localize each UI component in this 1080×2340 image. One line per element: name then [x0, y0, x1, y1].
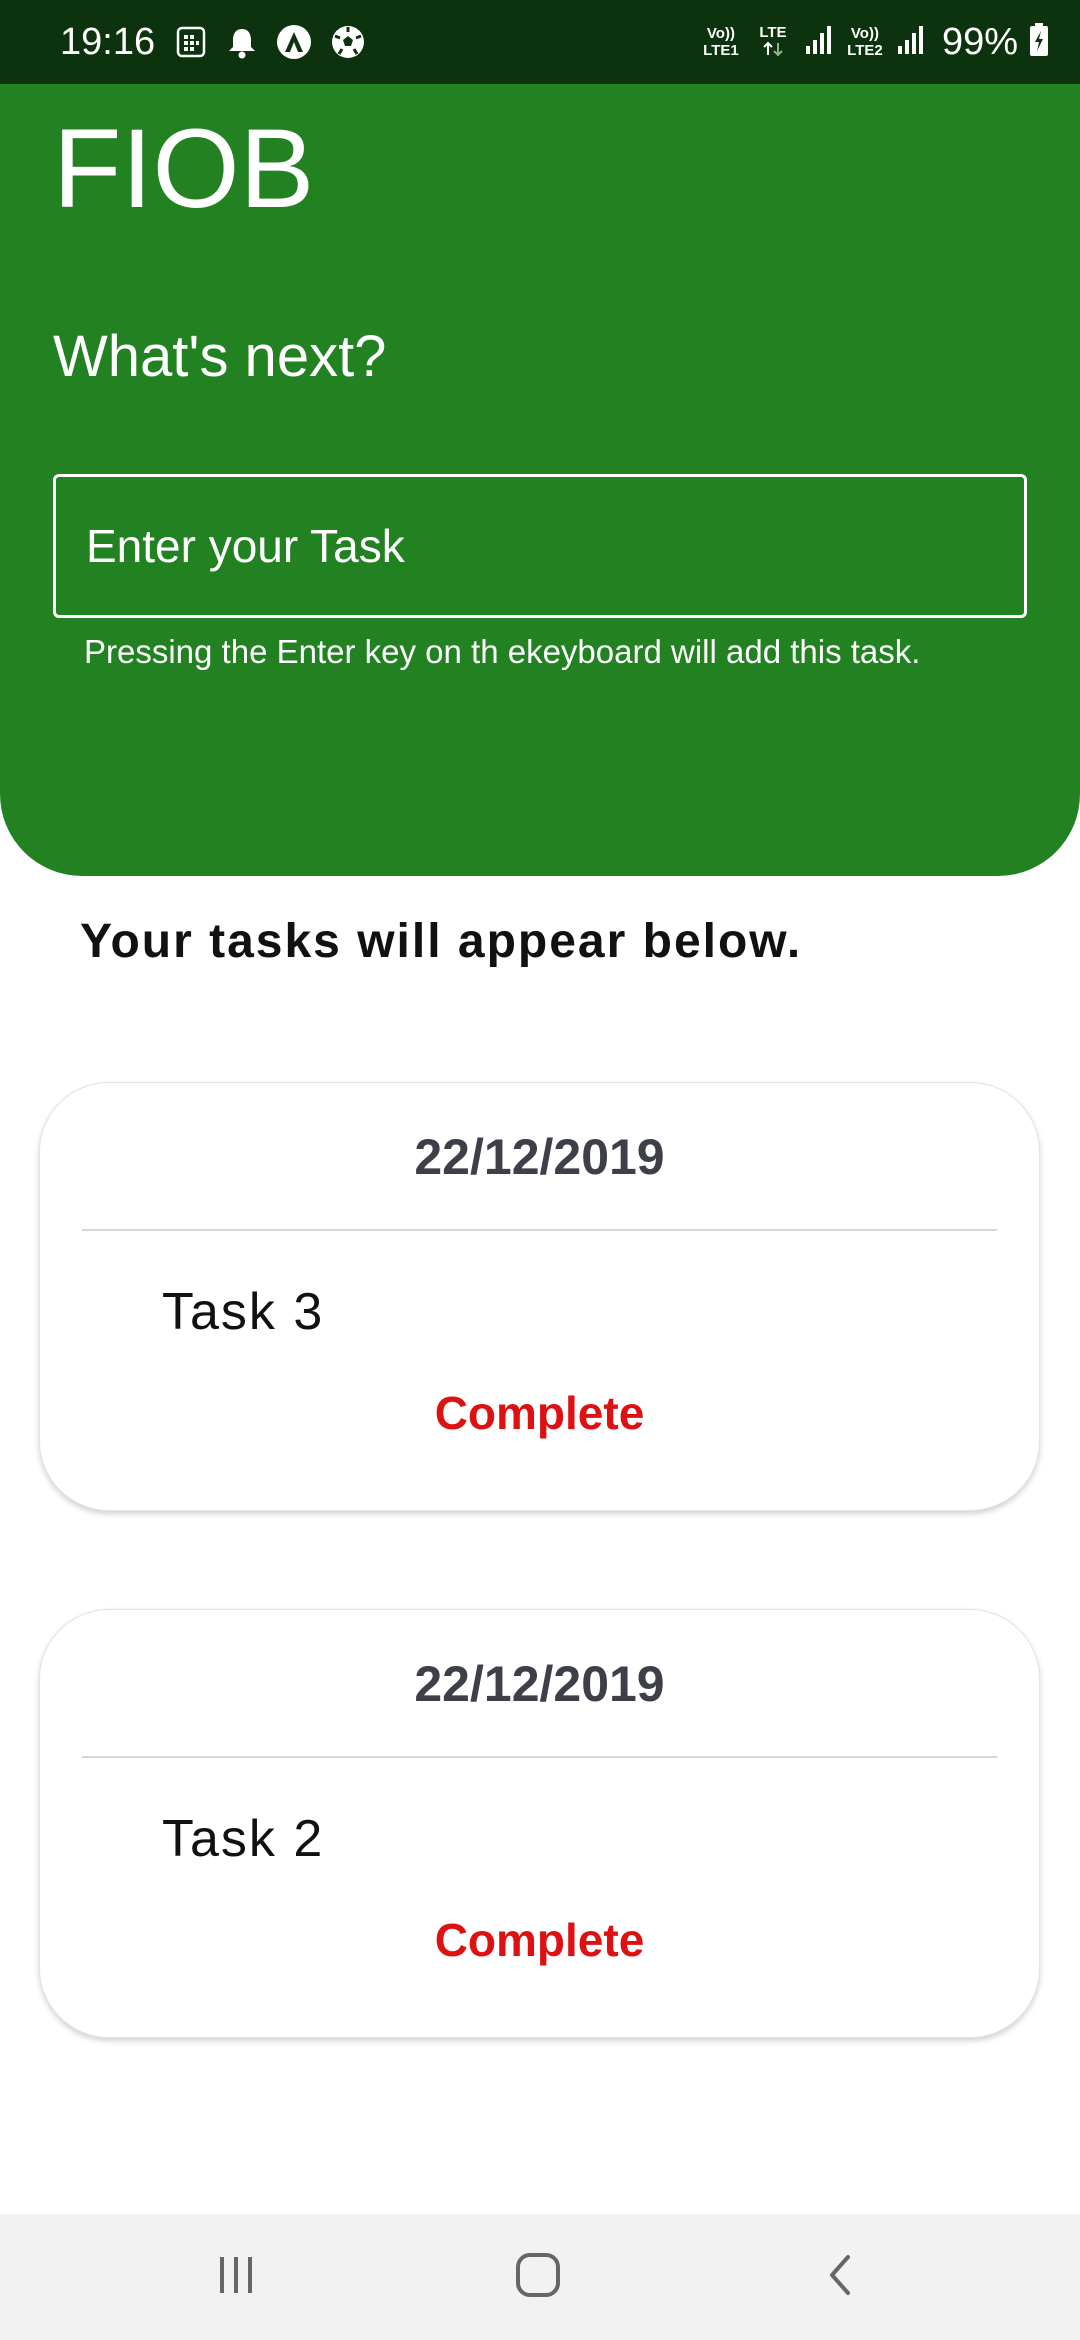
battery-percent: 99%: [941, 21, 1018, 63]
task-card: 22/12/2019 Task 3 Complete: [39, 1082, 1040, 1511]
complete-button[interactable]: Complete: [40, 1910, 1039, 1970]
data-activity-label: LTE: [752, 24, 794, 61]
header: FIOB What's next? Pressing the Enter key…: [0, 84, 1080, 876]
tasks-heading: Your tasks will appear below.: [80, 915, 803, 968]
recent-apps-icon: [214, 2253, 258, 2302]
home-button[interactable]: [478, 2234, 598, 2320]
recent-apps-button[interactable]: [176, 2234, 296, 2320]
screen: 19:16 Vo)) LTE1 LTE Vo)) LTE2 99% FIOB W…: [0, 0, 1080, 2340]
sim1-lte-label: LTE1: [703, 42, 739, 59]
home-icon: [514, 2251, 562, 2304]
app-title: FIOB: [53, 106, 315, 231]
app-a-icon: [276, 24, 312, 60]
soccer-ball-icon: [330, 24, 366, 60]
notification-icons: [174, 22, 366, 62]
card-divider: [82, 1229, 997, 1231]
lte-label: LTE: [759, 23, 787, 41]
sim-card-icon: [174, 25, 208, 59]
task-name: Task 2: [162, 1810, 325, 1868]
task-name: Task 3: [162, 1283, 325, 1341]
sim2-lte-label: LTE2: [847, 42, 883, 59]
signal-icon: [896, 24, 926, 61]
task-input[interactable]: [53, 474, 1027, 618]
status-right: Vo)) LTE1 LTE Vo)) LTE2 99%: [700, 18, 1050, 66]
task-date: 22/12/2019: [414, 1656, 665, 1712]
data-arrows-icon: [752, 41, 794, 61]
input-helper-text: Pressing the Enter key on th ekeyboard w…: [84, 633, 921, 670]
sim1-network-label: Vo)) LTE1: [700, 25, 742, 59]
prompt-label: What's next?: [53, 324, 387, 389]
status-time: 19:16: [60, 21, 156, 63]
bell-icon: [226, 25, 258, 59]
sim2-network-label: Vo)) LTE2: [844, 25, 886, 59]
back-button[interactable]: [780, 2234, 900, 2320]
signal-icon: [804, 24, 834, 61]
card-divider: [82, 1756, 997, 1758]
sim2-volte-label: Vo)): [850, 25, 879, 42]
navigation-bar: [0, 2214, 1080, 2340]
sim1-volte-label: Vo)): [706, 25, 735, 42]
task-card: 22/12/2019 Task 2 Complete: [39, 1609, 1040, 2038]
battery-charging-icon: [1028, 22, 1050, 63]
back-icon: [820, 2251, 860, 2304]
complete-button[interactable]: Complete: [40, 1383, 1039, 1443]
task-date: 22/12/2019: [414, 1129, 665, 1185]
status-bar: 19:16 Vo)) LTE1 LTE Vo)) LTE2 99%: [0, 0, 1080, 84]
